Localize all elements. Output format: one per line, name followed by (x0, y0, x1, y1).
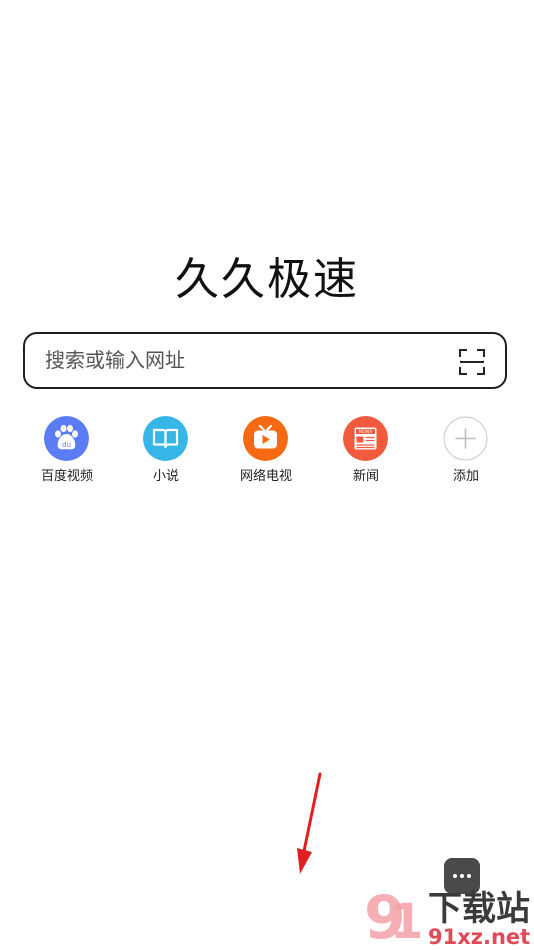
book-icon (143, 416, 188, 461)
watermark-logo: 9 1 下载站 91xz.net (364, 886, 530, 948)
shortcut-label: 小说 (152, 469, 179, 484)
svg-text:1: 1 (390, 894, 423, 948)
shortcut-label: 添加 (452, 469, 479, 484)
svg-text:91xz.net: 91xz.net (428, 925, 530, 948)
shortcut-label: 网络电视 (239, 469, 292, 484)
shortcut-label: 百度视频 (40, 469, 93, 484)
shortcut-add[interactable]: 添加 (421, 416, 511, 488)
search-bar[interactable]: 搜索或输入网址 (23, 332, 507, 389)
browser-home-screen: 久久极速 搜索或输入网址 du 百度视频 小说 网络电视 NEWS 新闻 添加 … (0, 0, 534, 950)
svg-text:NEWS: NEWS (359, 429, 373, 435)
shortcut-network-tv[interactable]: 网络电视 (221, 416, 311, 488)
baidu-paw-icon: du (44, 416, 89, 461)
annotation-arrow (297, 772, 322, 874)
plus-icon (443, 416, 488, 461)
svg-text:下载站: 下载站 (428, 889, 530, 929)
svg-text:du: du (62, 441, 71, 449)
shortcut-news[interactable]: NEWS 新闻 (321, 416, 411, 488)
tv-play-icon (243, 416, 288, 461)
shortcut-label: 新闻 (352, 469, 379, 484)
shortcut-novel[interactable]: 小说 (121, 416, 211, 488)
app-title: 久久极速 (175, 254, 359, 305)
shortcut-baidu-video[interactable]: du 百度视频 (22, 416, 112, 488)
search-input[interactable]: 搜索或输入网址 (45, 334, 185, 387)
scan-icon[interactable] (459, 349, 485, 375)
news-icon: NEWS (343, 416, 388, 461)
